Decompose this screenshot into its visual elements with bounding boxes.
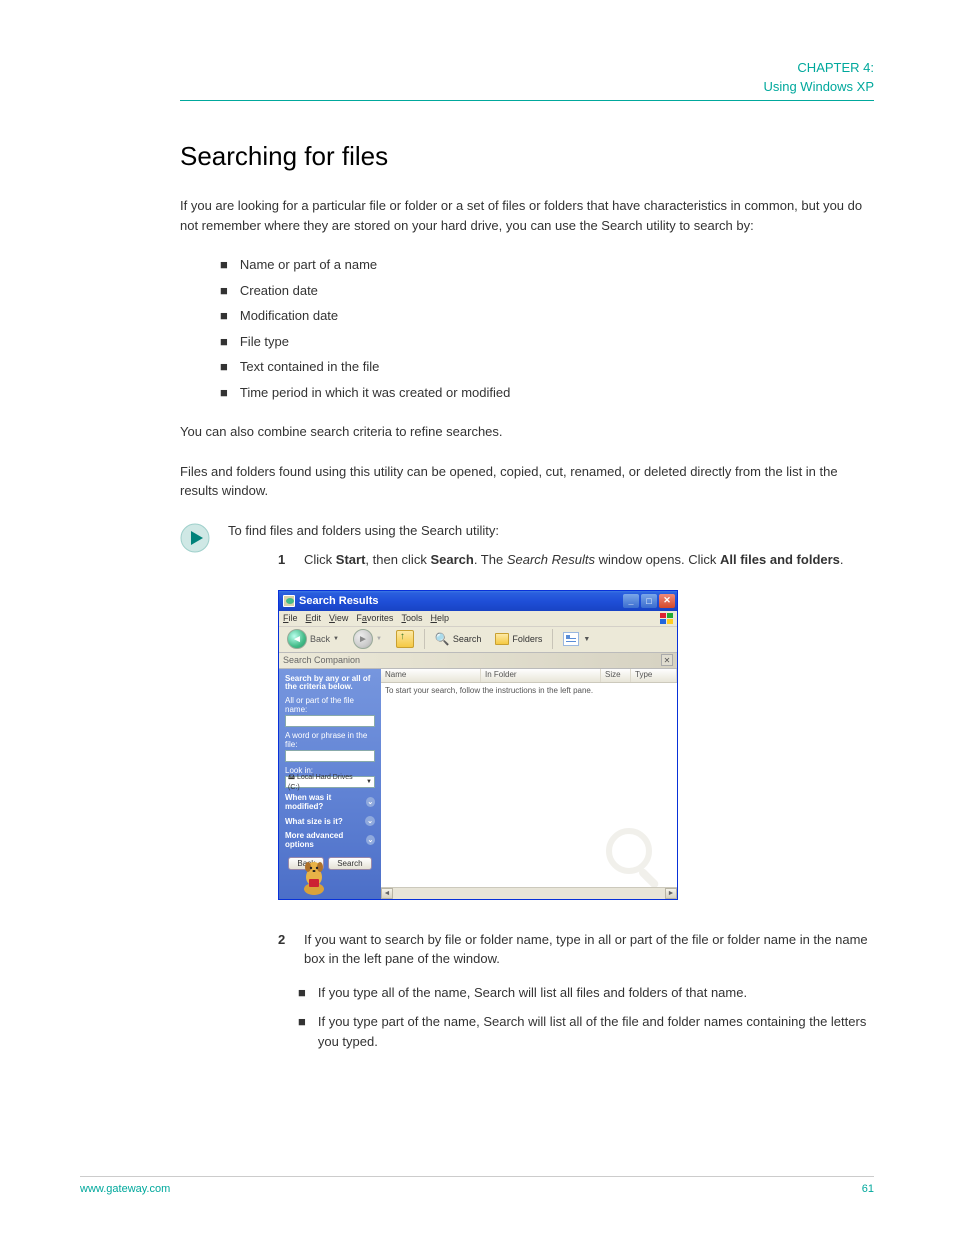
chapter-label: CHAPTER 4: [180, 60, 874, 75]
toolbar-separator [424, 629, 425, 649]
step-number: 1 [278, 550, 290, 570]
window-icon [283, 595, 295, 607]
menu-edit[interactable]: Edit [306, 613, 322, 623]
expand-size[interactable]: What size is it?⌄ [285, 816, 375, 826]
expand-modified[interactable]: When was it modified?⌄ [285, 793, 375, 811]
procedure-icon [180, 523, 210, 553]
criteria-item: ■Creation date [220, 281, 874, 301]
toolbar-separator [552, 629, 553, 649]
criteria-item: ■File type [220, 332, 874, 352]
filename-label: All or part of the file name: [285, 696, 375, 714]
close-pane-button[interactable]: ✕ [661, 654, 673, 666]
search-button[interactable]: Search [328, 857, 371, 870]
page-number: 61 [862, 1183, 874, 1195]
procedure-lead: To find files and folders using the Sear… [228, 521, 874, 541]
folder-icon [495, 633, 509, 645]
folders-toolbar-button[interactable]: Folders [491, 631, 546, 647]
phrase-input[interactable] [285, 750, 375, 762]
results-pane: Name In Folder Size Type To start your s… [381, 669, 677, 899]
menu-favorites[interactable]: Favorites [356, 613, 393, 623]
search-icon: 🔍 [435, 632, 450, 646]
chevron-down-icon: ⌄ [366, 797, 375, 807]
menu-bar: File Edit View Favorites Tools Help [279, 611, 677, 627]
window-titlebar[interactable]: Search Results _ □ ✕ [279, 591, 677, 611]
extra-paragraph: Files and folders found using this utili… [180, 462, 874, 501]
lookin-select[interactable]: 🖴 Local Hard Drives (C:)▼ [285, 776, 375, 788]
sub-bullet: ■If you type part of the name, Search wi… [298, 1012, 874, 1051]
back-button[interactable]: ◄ Back ▼ [283, 627, 343, 651]
maximize-button[interactable]: □ [641, 594, 657, 608]
views-icon [563, 632, 579, 646]
menu-view[interactable]: View [329, 613, 348, 623]
menu-help[interactable]: Help [430, 613, 449, 623]
search-pane: Search by any or all of the criteria bel… [279, 669, 381, 899]
intro-paragraph: If you are looking for a particular file… [180, 196, 874, 235]
column-name[interactable]: Name [381, 669, 481, 682]
chapter-title: Using Windows XP [180, 79, 874, 101]
chevron-down-icon: ⌄ [366, 835, 375, 845]
windows-logo-icon [659, 611, 675, 627]
toolbar: ◄ Back ▼ ► ▼ 🔍 Search [279, 627, 677, 653]
search-pane-heading: Search by any or all of the criteria bel… [285, 675, 375, 693]
step-2: 2 If you want to search by file or folde… [278, 930, 874, 969]
column-type[interactable]: Type [631, 669, 677, 682]
combine-paragraph: You can also combine search criteria to … [180, 422, 874, 442]
expand-advanced[interactable]: More advanced options⌄ [285, 831, 375, 849]
magnifier-watermark-icon [601, 823, 671, 893]
screenshot-search-results: Search Results _ □ ✕ File Edit View Favo… [278, 590, 678, 900]
forward-button[interactable]: ► ▼ [349, 627, 386, 651]
criteria-item: ■Text contained in the file [220, 357, 874, 377]
search-companion-label: Search Companion [283, 655, 360, 665]
phrase-label: A word or phrase in the file: [285, 731, 375, 749]
column-infolder[interactable]: In Folder [481, 669, 601, 682]
minimize-button[interactable]: _ [623, 594, 639, 608]
section-heading: Searching for files [180, 141, 874, 172]
step-number: 2 [278, 930, 290, 969]
step-text: If you want to search by file or folder … [304, 930, 874, 969]
up-button[interactable] [392, 628, 418, 650]
criteria-item: ■Time period in which it was created or … [220, 383, 874, 403]
horizontal-scrollbar[interactable]: ◄► [381, 887, 677, 899]
criteria-item: ■Modification date [220, 306, 874, 326]
footer-url: www.gateway.com [80, 1183, 170, 1195]
sub-bullet: ■If you type all of the name, Search wil… [298, 983, 874, 1003]
menu-file[interactable]: File [283, 613, 298, 623]
step-text: Click Start, then click Search. The Sear… [304, 550, 844, 570]
close-button[interactable]: ✕ [659, 594, 675, 608]
step-1: 1 Click Start, then click Search. The Se… [278, 550, 874, 570]
search-toolbar-button[interactable]: 🔍 Search [431, 630, 485, 648]
filename-input[interactable] [285, 715, 375, 727]
rover-dog-icon [297, 859, 331, 897]
column-size[interactable]: Size [601, 669, 631, 682]
window-title: Search Results [299, 595, 623, 607]
results-hint: To start your search, follow the instruc… [381, 683, 677, 698]
chevron-down-icon: ⌄ [365, 816, 375, 826]
criteria-item: ■Name or part of a name [220, 255, 874, 275]
menu-tools[interactable]: Tools [401, 613, 422, 623]
views-button[interactable]: ▼ [559, 630, 594, 648]
